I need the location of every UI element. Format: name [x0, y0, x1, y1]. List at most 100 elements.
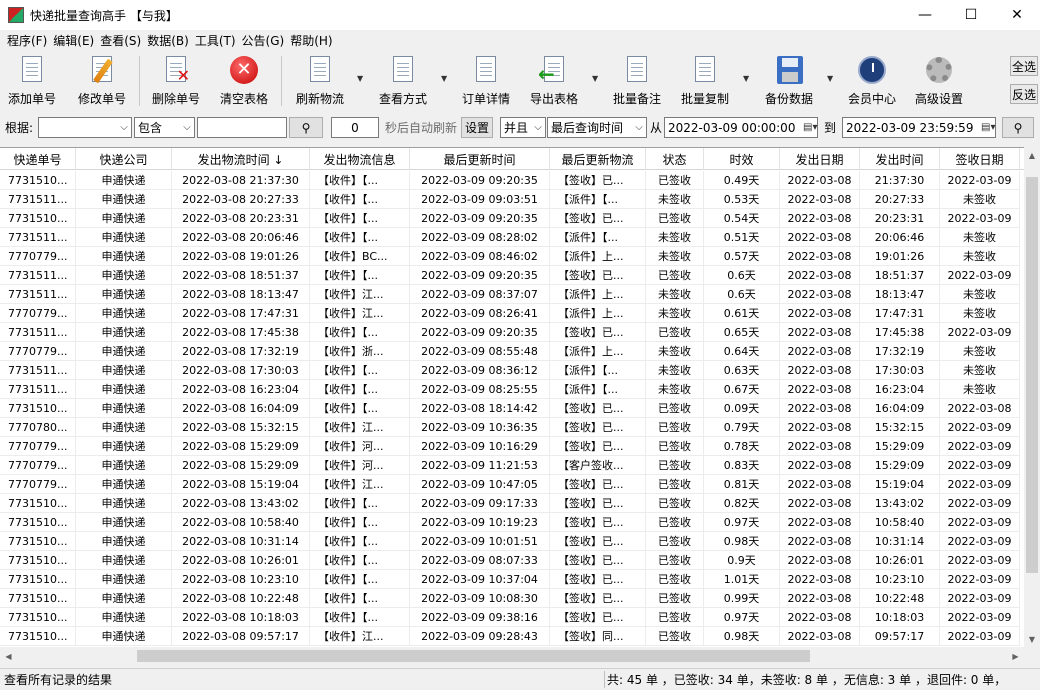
horizontal-scrollbar[interactable]: ◀ ▶ [0, 647, 1024, 665]
menu-tools[interactable]: 工具(T) [192, 32, 239, 49]
add-number-button[interactable]: 添加单号 [6, 54, 58, 110]
date-search-button[interactable]: ⚲ [1002, 117, 1034, 138]
cell-sent-clock: 15:29:09 [860, 456, 940, 475]
column-header-status[interactable]: 状态 [646, 148, 704, 170]
table-row[interactable]: 7731510... 申通快递 2022-03-08 20:23:31 【收件】【..… [0, 209, 1024, 228]
table-row[interactable]: 7770780... 申通快递 2022-03-08 15:32:15 【收件】江..… [0, 418, 1024, 437]
cell-sent-info: 【收件】浙... [310, 342, 410, 361]
edit-number-button[interactable]: 修改单号 [76, 54, 128, 110]
logic-select[interactable]: 并且 ⌵ [500, 117, 546, 138]
view-mode-dropdown-arrow-icon[interactable]: ▼ [441, 74, 449, 83]
menu-data[interactable]: 数据(B) [144, 32, 192, 49]
table-row[interactable]: 7731510... 申通快递 2022-03-08 10:26:01 【收件】【..… [0, 551, 1024, 570]
settings-button[interactable]: 设置 [461, 117, 493, 138]
refresh-seconds-input[interactable]: 0 [331, 117, 379, 138]
menu-program[interactable]: 程序(F) [4, 32, 50, 49]
column-header-sent-info[interactable]: 发出物流信息 [310, 148, 410, 170]
minimize-button[interactable]: — [902, 0, 948, 30]
cell-tracking-number: 7770779... [0, 342, 76, 361]
scroll-right-arrow-icon[interactable]: ▶ [1007, 647, 1024, 665]
export-table-button[interactable]: ← 导出表格 [528, 54, 580, 110]
table-row[interactable]: 7731511... 申通快递 2022-03-08 18:51:37 【收件】【..… [0, 266, 1024, 285]
backup-data-button[interactable]: 备份数据 [763, 54, 815, 110]
table-row[interactable]: 7731511... 申通快递 2022-03-08 17:45:38 【收件】【..… [0, 323, 1024, 342]
cell-sent-info: 【收件】【... [310, 608, 410, 627]
batch-copy-dropdown-arrow-icon[interactable]: ▼ [743, 74, 751, 83]
table-row[interactable]: 7731511... 申通快递 2022-03-08 16:23:04 【收件】【..… [0, 380, 1024, 399]
column-header-tracking-number[interactable]: 快递单号 [0, 148, 76, 170]
vertical-scroll-thumb[interactable] [1026, 177, 1038, 573]
column-header-sent-clock[interactable]: 发出时间 [860, 148, 940, 170]
member-center-button[interactable]: 会员中心 [846, 54, 898, 110]
column-header-sent-time[interactable]: 发出物流时间 ↓ [172, 148, 310, 170]
table-row[interactable]: 7731510... 申通快递 2022-03-08 10:18:03 【收件】【..… [0, 608, 1024, 627]
column-header-signed-date[interactable]: 签收日期 [940, 148, 1020, 170]
to-datetime-picker[interactable]: 2022-03-09 23:59:59 ▤▾ [842, 117, 996, 138]
table-row[interactable]: 7770779... 申通快递 2022-03-08 17:32:19 【收件】浙..… [0, 342, 1024, 361]
maximize-button[interactable]: ☐ [948, 0, 994, 30]
table-row[interactable]: 7731510... 申通快递 2022-03-08 13:43:02 【收件】【..… [0, 494, 1024, 513]
table-row[interactable]: 7731510... 申通快递 2022-03-08 10:23:10 【收件】【..… [0, 570, 1024, 589]
table-row[interactable]: 7731510... 申通快递 2022-03-08 10:31:14 【收件】【..… [0, 532, 1024, 551]
invert-selection-button[interactable]: 反选 [1010, 84, 1038, 104]
scroll-down-arrow-icon[interactable]: ▼ [1024, 631, 1040, 647]
delete-number-button[interactable]: ✕ 删除单号 [150, 54, 202, 110]
menu-help[interactable]: 帮助(H) [287, 32, 335, 49]
table-row[interactable]: 7731511... 申通快递 2022-03-08 20:27:33 【收件】【..… [0, 190, 1024, 209]
column-header-courier[interactable]: 快递公司 [76, 148, 172, 170]
batch-copy-button[interactable]: 批量复制 [679, 54, 731, 110]
search-input[interactable] [197, 117, 287, 138]
from-datetime-picker[interactable]: 2022-03-09 00:00:00 ▤▾ [664, 117, 818, 138]
column-header-last-update-time[interactable]: 最后更新时间 [410, 148, 550, 170]
filter-mode-select[interactable]: 包含 ⌵ [134, 117, 195, 138]
cell-signed-date: 未签收 [940, 247, 1020, 266]
column-header-duration[interactable]: 时效 [704, 148, 780, 170]
table-row[interactable]: 7731511... 申通快递 2022-03-08 18:13:47 【收件】江..… [0, 285, 1024, 304]
table-row[interactable]: 7770779... 申通快递 2022-03-08 17:47:31 【收件】江..… [0, 304, 1024, 323]
refresh-logistics-button[interactable]: 刷新物流 [294, 54, 346, 110]
export-dropdown-arrow-icon[interactable]: ▼ [592, 74, 600, 83]
view-mode-button[interactable]: 查看方式 [377, 54, 429, 110]
cell-tracking-number: 7731510... [0, 570, 76, 589]
table-row[interactable]: 7770779... 申通快递 2022-03-08 15:19:04 【收件】江..… [0, 475, 1024, 494]
table-row[interactable]: 7770779... 申通快递 2022-03-08 15:29:09 【收件】河..… [0, 456, 1024, 475]
vertical-scrollbar[interactable]: ▲ ▼ [1024, 147, 1040, 647]
select-all-button[interactable]: 全选 [1010, 56, 1038, 76]
menu-edit[interactable]: 编辑(E) [50, 32, 97, 49]
table-row[interactable]: 7731510... 申通快递 2022-03-08 21:37:30 【收件】【..… [0, 171, 1024, 190]
from-label: 从 [650, 121, 663, 135]
filter-by-label: 根据: [5, 121, 34, 135]
table-row[interactable]: 7731510... 申通快递 2022-03-08 10:58:40 【收件】【..… [0, 513, 1024, 532]
cell-courier: 申通快递 [76, 456, 172, 475]
order-detail-button[interactable]: 订单详情 [460, 54, 512, 110]
clear-table-button[interactable]: ✕ 清空表格 [218, 54, 270, 110]
batch-note-button[interactable]: 批量备注 [611, 54, 663, 110]
cell-duration: 0.82天 [704, 494, 780, 513]
table-row[interactable]: 7731511... 申通快递 2022-03-08 17:30:03 【收件】【..… [0, 361, 1024, 380]
scroll-up-arrow-icon[interactable]: ▲ [1024, 147, 1040, 163]
cell-sent-clock: 18:51:37 [860, 266, 940, 285]
table-row[interactable]: 7731510... 申通快递 2022-03-08 16:04:09 【收件】【..… [0, 399, 1024, 418]
cell-sent-date: 2022-03-08 [780, 627, 860, 646]
table-row[interactable]: 7770779... 申通快递 2022-03-08 19:01:26 【收件】BC.… [0, 247, 1024, 266]
filter-field-select[interactable]: ⌵ [38, 117, 132, 138]
column-header-sent-date[interactable]: 发出日期 [780, 148, 860, 170]
table-row[interactable]: 7770779... 申通快递 2022-03-08 15:29:09 【收件】河..… [0, 437, 1024, 456]
close-button[interactable]: ✕ [994, 0, 1040, 30]
clear-table-label: 清空表格 [219, 92, 268, 106]
backup-dropdown-arrow-icon[interactable]: ▼ [827, 74, 835, 83]
cell-sent-info: 【收件】【... [310, 570, 410, 589]
cell-last-update-info: 【签收】已... [550, 570, 646, 589]
search-button[interactable]: ⚲ [289, 117, 323, 138]
table-row[interactable]: 7731511... 申通快递 2022-03-08 20:06:46 【收件】【..… [0, 228, 1024, 247]
menu-notice[interactable]: 公告(G) [239, 32, 288, 49]
horizontal-scroll-thumb[interactable] [137, 650, 810, 662]
time-field-select[interactable]: 最后查询时间 ⌵ [547, 117, 647, 138]
column-header-last-update-info[interactable]: 最后更新物流 [550, 148, 646, 170]
menu-view[interactable]: 查看(S) [97, 32, 144, 49]
scroll-left-arrow-icon[interactable]: ◀ [0, 647, 17, 665]
table-row[interactable]: 7731510... 申通快递 2022-03-08 09:57:17 【收件】江..… [0, 627, 1024, 646]
table-row[interactable]: 7731510... 申通快递 2022-03-08 10:22:48 【收件】【..… [0, 589, 1024, 608]
advanced-settings-button[interactable]: 高级设置 [912, 54, 966, 110]
refresh-dropdown-arrow-icon[interactable]: ▼ [357, 74, 365, 83]
